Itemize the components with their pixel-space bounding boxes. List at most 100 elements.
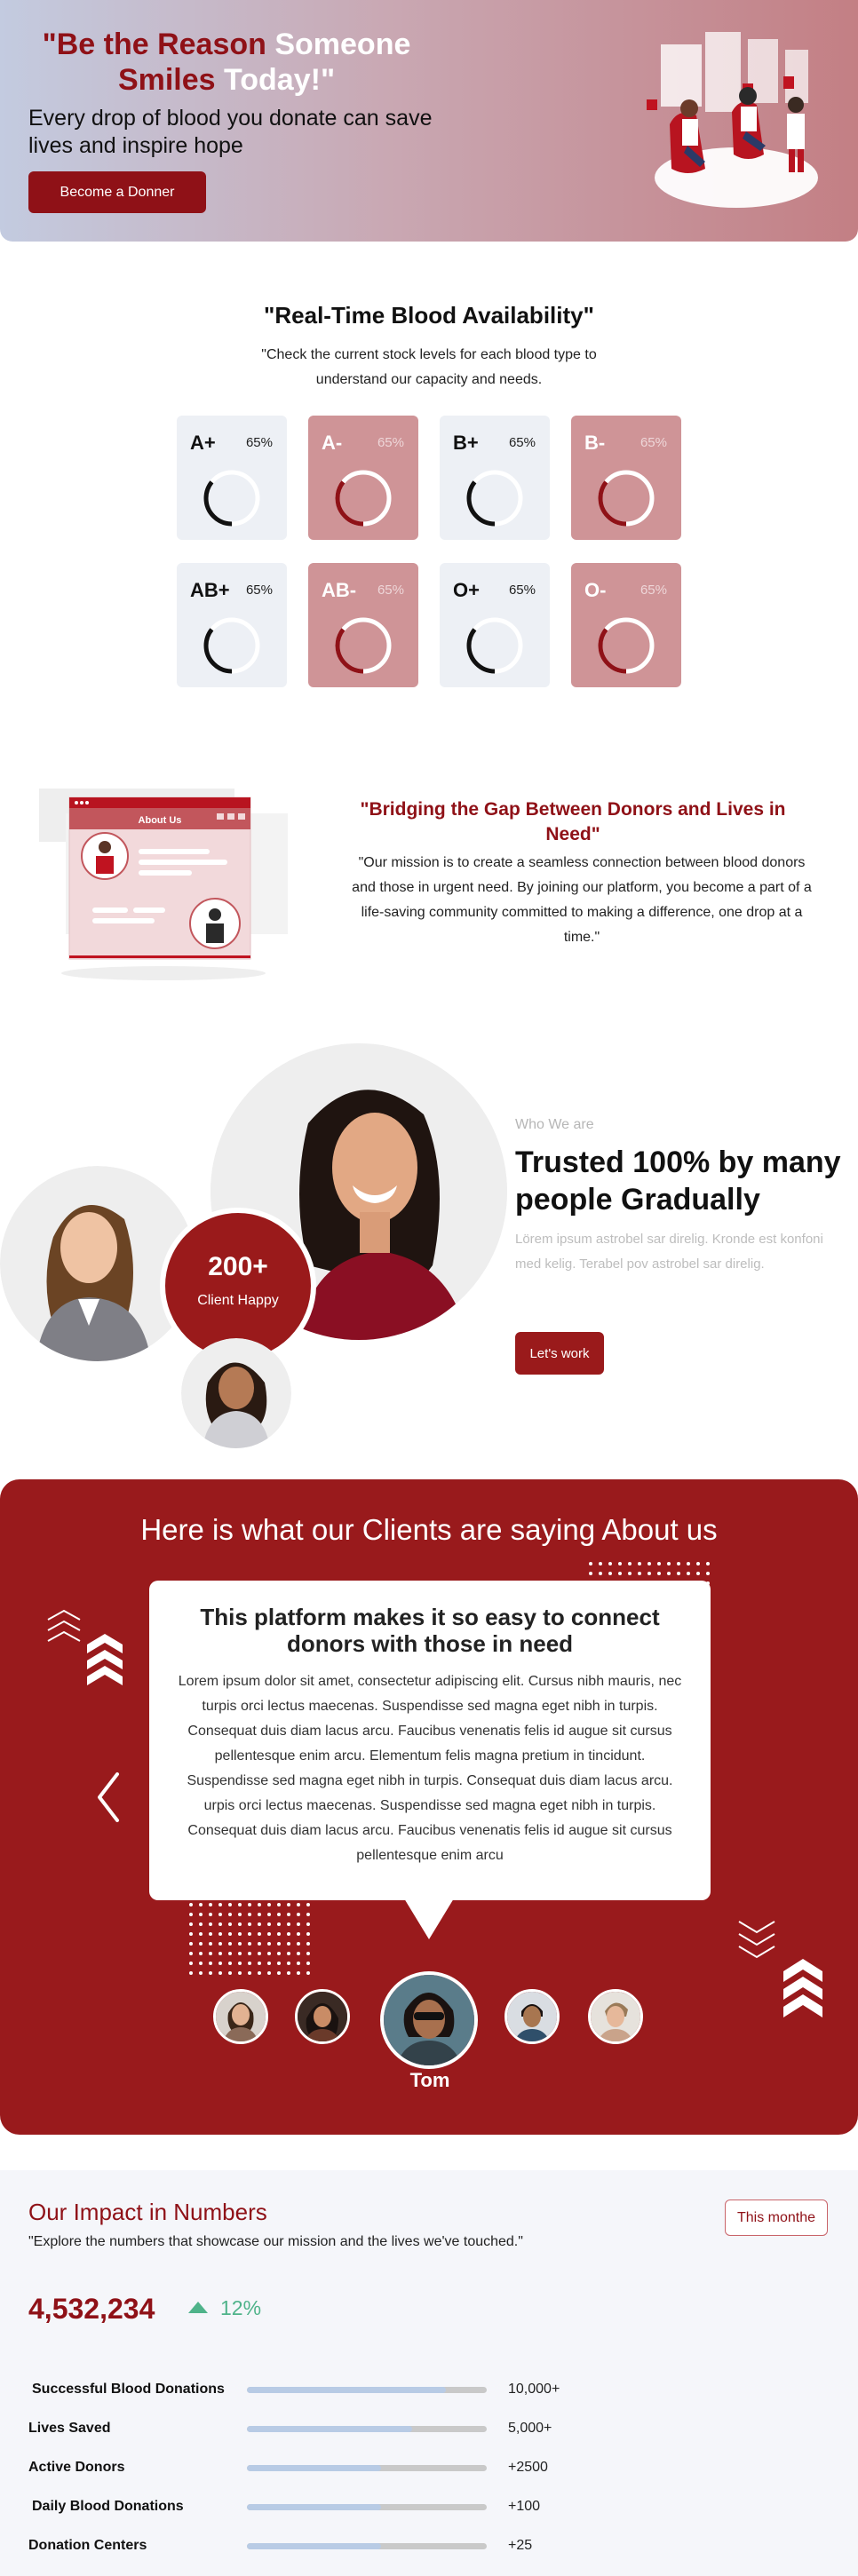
impact-stat-value: +25 xyxy=(508,2538,533,2553)
impact-stat-row: Daily Blood Donations +100 xyxy=(28,2495,828,2522)
hero-title-part3: Smiles xyxy=(117,63,216,97)
impact-stat-label: Donation Centers xyxy=(28,2538,147,2553)
testimonials-heading: Here is what our Clients are saying Abou… xyxy=(140,1513,718,1546)
availability-description: "Check the current stock levels for each… xyxy=(261,347,597,387)
impact-stat-bar-fill xyxy=(247,2465,382,2471)
stock-level-ring xyxy=(203,617,260,674)
client-avatar-4[interactable] xyxy=(504,1989,560,2044)
bridge-description: "Our mission is to create a seamless con… xyxy=(352,855,812,945)
blood-card-O-neg[interactable]: O- 65% xyxy=(571,563,681,687)
happy-clients-count: 200+ xyxy=(208,1252,268,1281)
blood-stock-percent: 65% xyxy=(377,435,404,450)
impact-stat-label: Daily Blood Donations xyxy=(32,2499,184,2514)
hero-title: "Be the Reason Someone Smiles Today!" xyxy=(27,27,426,98)
growth-indicator: 12% xyxy=(188,2296,261,2320)
blood-stock-percent: 65% xyxy=(640,583,667,598)
testimonial-title: This platform makes it so easy to connec… xyxy=(200,1604,660,1657)
who-we-are-label: Who We are xyxy=(515,1117,594,1132)
happy-clients-label: Client Happy xyxy=(197,1293,279,1308)
impact-stat-bar xyxy=(247,2387,487,2393)
dot-pattern-bottom-left xyxy=(189,1903,310,1975)
impact-stat-label: Lives Saved xyxy=(28,2421,111,2436)
hero-title-part4: Today!" xyxy=(224,63,336,97)
up-arrow-icon xyxy=(188,2302,208,2313)
testimonials-section: Here is what our Clients are saying Abou… xyxy=(0,1479,858,2135)
growth-percent: 12% xyxy=(220,2296,262,2319)
blood-type-label: AB- xyxy=(322,579,357,601)
who-we-are-title: Trusted 100% by many people Gradually xyxy=(515,1145,841,1217)
blood-type-label: A+ xyxy=(190,432,216,454)
impact-stat-value: 10,000+ xyxy=(508,2382,560,2397)
chevrons-up-left-decor xyxy=(47,1609,123,1685)
client-avatar-1[interactable] xyxy=(213,1989,268,2044)
impact-stat-row: Active Donors +2500 xyxy=(28,2456,828,2483)
blood-stock-percent: 65% xyxy=(508,435,536,450)
blood-card-A-pos[interactable]: A+ 65% xyxy=(177,416,287,540)
about-us-illustration-label: About Us xyxy=(139,815,182,826)
stock-level-ring xyxy=(335,617,392,674)
impact-stat-value: 5,000+ xyxy=(508,2421,552,2436)
impact-stat-value: +100 xyxy=(508,2499,541,2514)
blood-card-B-neg[interactable]: B- 65% xyxy=(571,416,681,540)
availability-title: "Real-Time Blood Availability" xyxy=(264,302,594,329)
smiling-woman-small-photo xyxy=(181,1338,291,1448)
stock-level-ring xyxy=(466,470,523,527)
blood-card-AB-neg[interactable]: AB- 65% xyxy=(308,563,418,687)
impact-stat-bar-fill xyxy=(247,2387,447,2393)
previous-testimonial-arrow-icon[interactable] xyxy=(92,1771,128,1824)
blood-type-label: AB+ xyxy=(190,579,230,601)
bridge-title: "Bridging the Gap Between Donors and Liv… xyxy=(360,799,786,844)
blood-stock-percent: 65% xyxy=(508,583,536,598)
impact-stat-row: Successful Blood Donations 10,000+ xyxy=(28,2378,828,2405)
blood-card-O-pos[interactable]: O+ 65% xyxy=(440,563,550,687)
impact-stat-label: Active Donors xyxy=(28,2460,125,2475)
blood-stock-percent: 65% xyxy=(245,435,273,450)
client-avatar-5[interactable] xyxy=(588,1989,643,2044)
stock-level-ring xyxy=(598,617,655,674)
blood-stock-percent: 65% xyxy=(640,435,667,450)
hero-title-part1: "Be the Reason xyxy=(42,28,266,61)
hero-title-part2: Someone xyxy=(274,28,411,61)
active-client-name: Tom xyxy=(409,2069,450,2091)
hero-subtitle: Every drop of blood you donate can save … xyxy=(28,106,433,158)
impact-stat-bar-fill xyxy=(247,2504,382,2510)
period-filter-button[interactable]: This monthe xyxy=(725,2200,828,2236)
lets-work-button[interactable]: Let's work xyxy=(515,1332,604,1375)
impact-stat-bar xyxy=(247,2426,487,2432)
impact-title: Our Impact in Numbers xyxy=(28,2199,267,2225)
impact-stat-bar xyxy=(247,2543,487,2549)
blood-stock-percent: 65% xyxy=(245,583,273,598)
stock-level-ring xyxy=(203,470,260,527)
impact-stat-bar xyxy=(247,2465,487,2471)
stock-level-ring xyxy=(466,617,523,674)
impact-stat-row: Lives Saved 5,000+ xyxy=(28,2417,828,2444)
impact-stat-bar-fill xyxy=(247,2543,382,2549)
blood-stock-percent: 65% xyxy=(377,583,404,598)
stock-level-ring xyxy=(598,470,655,527)
who-we-are-description: Lörem ipsum astrobel sar direlig. Kronde… xyxy=(515,1232,823,1272)
become-donor-button[interactable]: Become a Donner xyxy=(28,171,206,213)
blood-type-label: A- xyxy=(322,432,343,454)
blood-card-B-pos[interactable]: B+ 65% xyxy=(440,416,550,540)
testimonial-body: Lorem ipsum dolor sit amet, consectetur … xyxy=(178,1674,682,1863)
stock-level-ring xyxy=(335,470,392,527)
impact-total: 4,532,234 xyxy=(28,2293,155,2325)
testimonial-card: This platform makes it so easy to connec… xyxy=(149,1581,711,1939)
impact-subtitle: "Explore the numbers that showcase our m… xyxy=(28,2234,523,2249)
client-avatar-tom[interactable] xyxy=(380,1971,478,2069)
blood-type-label: B- xyxy=(584,432,606,454)
impact-stat-value: +2500 xyxy=(508,2460,548,2475)
blood-type-label: B+ xyxy=(453,432,479,454)
client-avatar-2[interactable] xyxy=(295,1989,350,2044)
about-us-illustration: About Us xyxy=(39,789,288,980)
blood-type-label: O+ xyxy=(453,579,480,601)
donation-illustration xyxy=(647,32,818,208)
hero-banner: "Be the Reason Someone Smiles Today!" Ev… xyxy=(0,0,858,242)
blood-card-AB-pos[interactable]: AB+ 65% xyxy=(177,563,287,687)
blood-type-label: O- xyxy=(584,579,607,601)
impact-stat-label: Successful Blood Donations xyxy=(32,2382,225,2397)
chevrons-up-right-decor xyxy=(738,1921,822,2017)
impact-stat-bar xyxy=(247,2504,487,2510)
blood-card-A-neg[interactable]: A- 65% xyxy=(308,416,418,540)
impact-stat-row: Donation Centers +25 xyxy=(28,2534,828,2561)
